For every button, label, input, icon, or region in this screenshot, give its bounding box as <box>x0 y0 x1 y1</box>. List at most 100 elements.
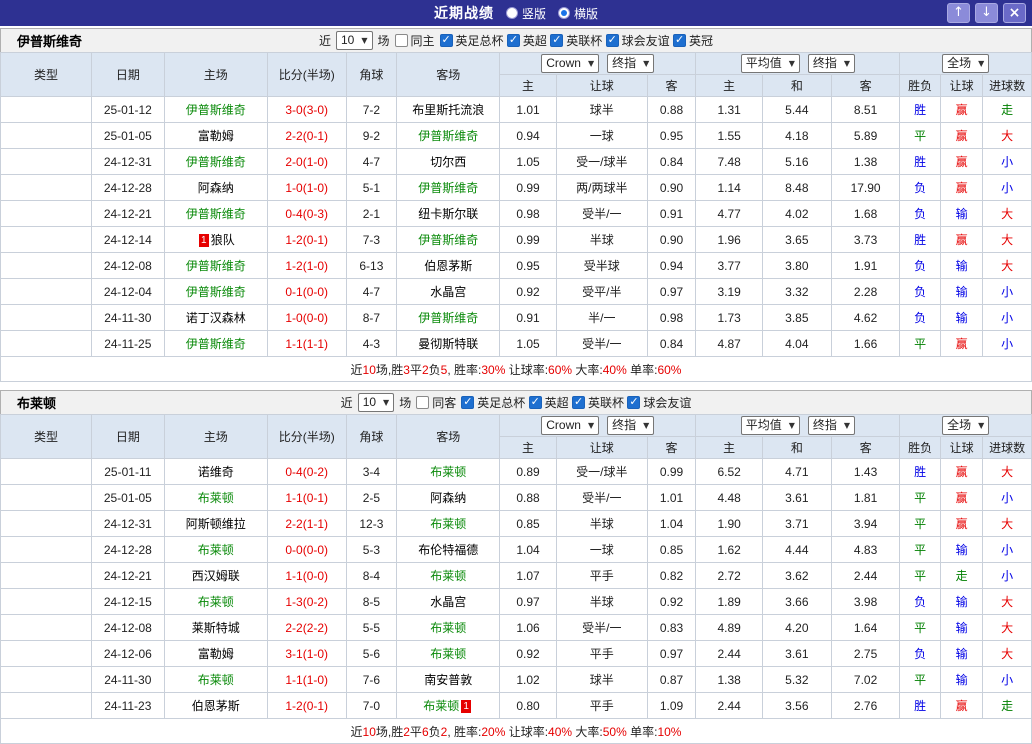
table-row: 英超 24-11-30 布莱顿 1-1(1-0) 7-6 南安普敦 1.02 球… <box>0 666 1032 693</box>
corners-cell: 4-3 <box>345 330 398 357</box>
col-odds-home: 主 <box>499 74 557 97</box>
competition-checkbox[interactable]: 英冠 <box>672 32 713 49</box>
select-value: 全场 <box>947 418 972 432</box>
average-select[interactable]: 平均值 ▼ <box>740 54 800 73</box>
home-team-name: 伊普斯维奇 <box>185 103 246 117</box>
recent-count-value: 10 <box>362 395 377 409</box>
final-odds-select[interactable]: 终指 ▼ <box>607 416 655 435</box>
handicap-result-cell: 输 <box>939 252 984 279</box>
select-value: 终指 <box>612 418 637 432</box>
away-team-name: 布莱顿 <box>430 517 467 531</box>
titlebar-center: 近期战绩 竖版 横版 <box>0 3 1032 23</box>
move-down-button[interactable]: ↓ <box>975 3 998 23</box>
summary-segment: 10 <box>362 724 376 739</box>
handicap-cell: 平手 <box>555 640 648 667</box>
competition-checkbox[interactable]: 英联杯 <box>571 394 624 411</box>
competition-checkbox[interactable]: 英超 <box>506 32 547 49</box>
result-cell: 负 <box>899 174 941 201</box>
competition-checkbox[interactable]: 英足总杯 <box>439 32 504 49</box>
avg-draw-cell: 3.65 <box>762 226 832 253</box>
home-team-cell: 伊普斯维奇 <box>163 96 268 123</box>
col-goals-result: 进球数 <box>982 74 1032 97</box>
odds-source-select[interactable]: Crown ▼ <box>541 416 600 435</box>
avg-home-cell: 1.62 <box>695 536 763 563</box>
corners-cell: 5-3 <box>345 536 398 563</box>
home-odds-cell: 0.92 <box>499 640 557 667</box>
avg-draw-cell: 4.44 <box>762 536 832 563</box>
avg-home-cell: 1.14 <box>695 174 763 201</box>
table-row: 英超 24-12-06 富勒姆 3-1(1-0) 5-6 布莱顿 0.92 平手… <box>0 640 1032 667</box>
fulltime-select[interactable]: 全场 ▼ <box>942 54 990 73</box>
table-row: 英超 24-12-08 莱斯特城 2-2(2-2) 5-5 布莱顿 1.06 受… <box>0 614 1032 641</box>
recent-count-select[interactable]: 10 ▼ <box>357 393 395 412</box>
summary-segment: 让球率: <box>505 362 549 377</box>
competition-checkbox[interactable]: 球会友谊 <box>627 394 691 411</box>
same-venue-checkbox[interactable]: 同客 <box>416 394 456 411</box>
final-odds-select[interactable]: 终指 ▼ <box>807 54 856 73</box>
final-odds-select[interactable]: 终指 ▼ <box>607 54 655 73</box>
final-odds-select[interactable]: 终指 ▼ <box>807 416 856 435</box>
avg-draw-cell: 5.44 <box>762 96 832 123</box>
corners-cell: 7-0 <box>345 692 398 719</box>
competition-checkbox[interactable]: 球会友谊 <box>605 32 670 49</box>
odds-source-select[interactable]: Crown ▼ <box>541 54 600 73</box>
checkbox-label: 英冠 <box>688 33 713 48</box>
handicap-cell: 球半 <box>555 96 648 123</box>
avg-draw-cell: 3.32 <box>762 278 832 305</box>
chevron-down-icon: ▼ <box>643 421 650 430</box>
competition-checkbox[interactable]: 英联杯 <box>550 32 602 49</box>
score-cell: 0-4(0-2) <box>266 458 347 485</box>
avg-away-cell: 2.44 <box>830 562 901 589</box>
avg-draw-cell: 3.61 <box>762 640 832 667</box>
home-team-cell: 布莱顿 <box>163 588 268 615</box>
summary-segment: , 胜率: <box>447 362 482 377</box>
summary-segment: 平 <box>409 362 422 377</box>
avg-home-cell: 4.77 <box>695 200 763 227</box>
league-cell: 英超 <box>0 278 92 305</box>
same-venue-checkbox[interactable]: 同主 <box>394 32 435 49</box>
home-odds-cell: 0.92 <box>499 278 557 305</box>
league-cell: 英超 <box>0 510 92 537</box>
handicap-cell: 平手 <box>555 562 648 589</box>
competition-checkbox[interactable]: 英超 <box>528 394 569 411</box>
home-odds-cell: 0.89 <box>499 458 557 485</box>
home-odds-cell: 0.99 <box>499 174 557 201</box>
close-button[interactable]: × <box>1003 3 1026 23</box>
date-cell: 25-01-05 <box>90 122 165 149</box>
corners-cell: 8-7 <box>345 304 398 331</box>
recent-count-select[interactable]: 10 ▼ <box>336 31 373 50</box>
fulltime-header: 全场 ▼ <box>899 52 1032 75</box>
handicap-cell: 受一/球半 <box>555 458 648 485</box>
radio-icon <box>505 7 518 19</box>
avg-draw-cell: 4.02 <box>762 200 832 227</box>
checkbox-label: 同主 <box>410 34 435 48</box>
col-score: 比分(半场) <box>266 52 347 97</box>
summary-segment: 2 <box>403 724 410 739</box>
home-team-name: 富勒姆 <box>197 129 234 143</box>
goals-result-cell: 大 <box>982 588 1032 615</box>
fulltime-select[interactable]: 全场 ▼ <box>942 416 990 435</box>
col-type: 类型 <box>0 414 92 459</box>
avg-away-cell: 3.98 <box>830 588 901 615</box>
move-up-button[interactable]: ↑ <box>947 3 970 23</box>
avg-home-cell: 6.52 <box>695 458 763 485</box>
home-odds-cell: 1.05 <box>499 148 557 175</box>
layout-radio-vertical[interactable]: 竖版 <box>505 5 546 22</box>
avg-draw-cell: 5.16 <box>762 148 832 175</box>
home-team-name: 伊普斯维奇 <box>185 259 246 273</box>
away-odds-cell: 0.99 <box>646 458 697 485</box>
corners-cell: 9-2 <box>345 122 398 149</box>
filter-bar: 近 10 ▼ 场 同主 英足总杯 英 <box>319 31 713 50</box>
layout-radio-horizontal[interactable]: 横版 <box>558 5 598 22</box>
competition-checkbox[interactable]: 英足总杯 <box>461 394 525 411</box>
average-select[interactable]: 平均值 ▼ <box>740 416 800 435</box>
col-away: 客场 <box>396 52 501 97</box>
score-cell: 1-3(0-2) <box>266 588 347 615</box>
away-team-cell: 阿森纳 <box>396 484 501 511</box>
col-avg-home: 主 <box>695 74 763 97</box>
games-label: 场 <box>399 396 412 410</box>
avg-draw-cell: 4.18 <box>762 122 832 149</box>
checkbox-label: 球会友谊 <box>621 33 670 48</box>
corners-cell: 5-1 <box>345 174 398 201</box>
away-team-name: 伊普斯维奇 <box>418 233 479 247</box>
